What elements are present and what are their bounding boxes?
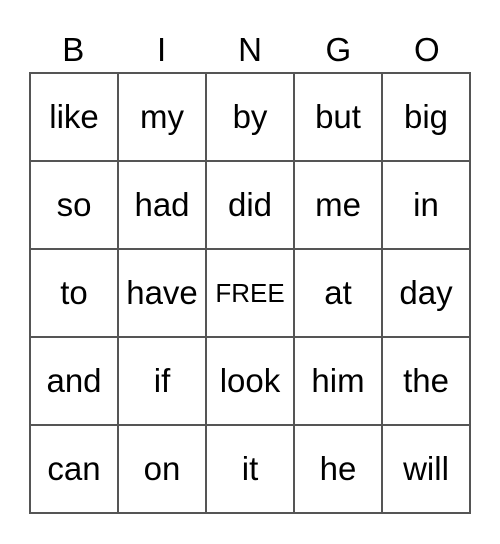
header-letter: N	[238, 31, 262, 68]
bingo-grid: like my by but big so had did me in to have FREE at da…	[29, 72, 471, 514]
bingo-cell: big	[382, 73, 470, 161]
bingo-header: B I N G O	[29, 30, 471, 70]
bingo-cell: by	[206, 73, 294, 161]
bingo-cell: him	[294, 337, 382, 425]
bingo-cell: in	[382, 161, 470, 249]
bingo-cell: day	[382, 249, 470, 337]
bingo-cell: it	[206, 425, 294, 513]
bingo-cell: so	[30, 161, 118, 249]
header-letter: G	[325, 31, 352, 68]
bingo-cell: on	[118, 425, 206, 513]
bingo-cell: to	[30, 249, 118, 337]
bingo-cell: will	[382, 425, 470, 513]
header-letter: I	[157, 31, 167, 68]
bingo-cell: like	[30, 73, 118, 161]
bingo-cell: my	[118, 73, 206, 161]
free-space-cell: FREE	[206, 249, 294, 337]
bingo-cell: have	[118, 249, 206, 337]
bingo-cell: if	[118, 337, 206, 425]
bingo-cell: did	[206, 161, 294, 249]
bingo-cell: and	[30, 337, 118, 425]
bingo-cell: had	[118, 161, 206, 249]
bingo-cell: me	[294, 161, 382, 249]
bingo-cell: but	[294, 73, 382, 161]
bingo-cell: he	[294, 425, 382, 513]
bingo-cell: can	[30, 425, 118, 513]
bingo-cell: at	[294, 249, 382, 337]
bingo-cell: the	[382, 337, 470, 425]
bingo-cell: look	[206, 337, 294, 425]
header-letter: B	[62, 31, 85, 68]
header-letter: O	[413, 31, 440, 68]
